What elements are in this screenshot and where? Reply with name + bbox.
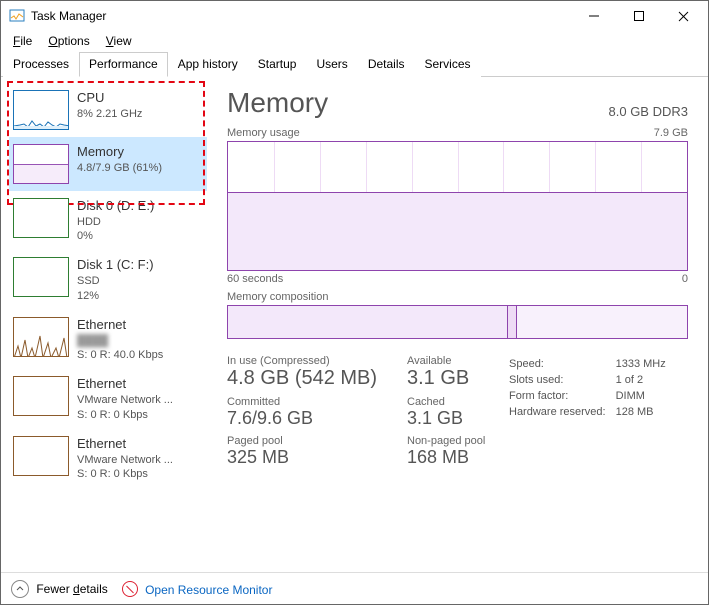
available-label: Available	[407, 355, 487, 367]
resource-monitor-icon	[122, 581, 138, 597]
sidebar-item-eth1[interactable]: Ethernet VMware Network ... S: 0 R: 0 Kb…	[9, 369, 207, 428]
sidebar-sub: VMware Network ...	[77, 453, 173, 467]
chart-max: 7.9 GB	[654, 127, 688, 139]
maximize-button[interactable]	[616, 1, 661, 31]
nonpaged-value: 168 MB	[407, 447, 487, 468]
detail-title: Memory	[227, 87, 328, 119]
in-use-value: 4.8 GB (542 MB)	[227, 367, 387, 390]
tab-details[interactable]: Details	[358, 52, 415, 77]
resource-monitor-label: Open Resource Monitor	[145, 583, 272, 597]
menu-bar: File Options View	[1, 31, 708, 51]
chart-label: Memory usage	[227, 127, 300, 139]
sidebar-label: CPU	[77, 90, 142, 107]
kv-label: Speed:	[509, 357, 614, 371]
paged-label: Paged pool	[227, 435, 387, 447]
app-icon	[9, 8, 25, 24]
sidebar-sub2: S: 0 R: 40.0 Kbps	[77, 348, 163, 362]
sidebar-sub: 8% 2.21 GHz	[77, 107, 142, 121]
sidebar-label: Ethernet	[77, 376, 173, 393]
sidebar-item-cpu[interactable]: CPU 8% 2.21 GHz	[9, 83, 207, 137]
sidebar-label: Ethernet	[77, 317, 163, 334]
committed-label: Committed	[227, 396, 387, 408]
sidebar-label: Disk 0 (D: E:)	[77, 198, 154, 215]
paged-value: 325 MB	[227, 447, 387, 468]
ethernet-thumb-icon	[13, 436, 69, 476]
chart-x-left: 60 seconds	[227, 273, 283, 285]
cached-label: Cached	[407, 396, 487, 408]
ethernet-thumb-icon	[13, 376, 69, 416]
menu-options[interactable]: Options	[40, 32, 97, 50]
sidebar-sub: 4.8/7.9 GB (61%)	[77, 161, 162, 175]
kv-value: DIMM	[616, 389, 674, 403]
menu-file[interactable]: File	[5, 32, 40, 50]
sidebar-label: Disk 1 (C: F:)	[77, 257, 154, 274]
performance-body: CPU 8% 2.21 GHz Memory 4.8/7.9 GB (61%) …	[1, 77, 708, 571]
minimize-button[interactable]	[571, 1, 616, 31]
sidebar-item-eth2[interactable]: Ethernet VMware Network ... S: 0 R: 0 Kb…	[9, 429, 207, 488]
title-bar: Task Manager	[1, 1, 708, 31]
window-title: Task Manager	[31, 9, 106, 23]
kv-label: Form factor:	[509, 389, 614, 403]
tab-services[interactable]: Services	[415, 52, 481, 77]
available-value: 3.1 GB	[407, 367, 487, 390]
ethernet-thumb-icon	[13, 317, 69, 357]
fewer-details-button[interactable]: Fewer details	[11, 580, 108, 598]
cpu-thumb-icon	[13, 90, 69, 130]
metrics-grid: In use (Compressed) 4.8 GB (542 MB) Comm…	[227, 355, 688, 474]
nonpaged-label: Non-paged pool	[407, 435, 487, 447]
kv-label: Slots used:	[509, 373, 614, 387]
footer-bar: Fewer details Open Resource Monitor	[1, 572, 708, 604]
sidebar-item-disk0[interactable]: Disk 0 (D: E:) HDD 0%	[9, 191, 207, 250]
tab-performance[interactable]: Performance	[79, 52, 168, 77]
sidebar-sub2: S: 0 R: 0 Kbps	[77, 467, 173, 481]
committed-value: 7.6/9.6 GB	[227, 408, 387, 429]
fewer-details-label: Fewer details	[36, 582, 107, 596]
kv-value: 128 MB	[616, 405, 674, 419]
sidebar-label: Ethernet	[77, 436, 173, 453]
open-resource-monitor-link[interactable]: Open Resource Monitor	[122, 581, 273, 597]
kv-value: 1 of 2	[616, 373, 674, 387]
detail-header-right: 8.0 GB DDR3	[609, 104, 688, 119]
sidebar-sub2: 0%	[77, 229, 154, 243]
sidebar-item-disk1[interactable]: Disk 1 (C: F:) SSD 12%	[9, 250, 207, 309]
memory-usage-chart[interactable]	[227, 141, 688, 271]
menu-view[interactable]: View	[98, 32, 140, 50]
disk-thumb-icon	[13, 198, 69, 238]
kv-value: 1333 MHz	[616, 357, 674, 371]
tab-bar: Processes Performance App history Startu…	[1, 51, 708, 77]
hardware-info-table: Speed:1333 MHz Slots used:1 of 2 Form fa…	[507, 355, 676, 421]
sidebar-item-memory[interactable]: Memory 4.8/7.9 GB (61%)	[9, 137, 207, 191]
tab-app-history[interactable]: App history	[168, 52, 248, 77]
tab-users[interactable]: Users	[306, 52, 357, 77]
chevron-up-icon	[11, 580, 29, 598]
composition-label: Memory composition	[227, 291, 688, 303]
memory-composition-bar[interactable]	[227, 305, 688, 339]
sidebar-sub: HDD	[77, 215, 154, 229]
disk-thumb-icon	[13, 257, 69, 297]
performance-sidebar: CPU 8% 2.21 GHz Memory 4.8/7.9 GB (61%) …	[1, 77, 211, 571]
cached-value: 3.1 GB	[407, 408, 487, 429]
kv-label: Hardware reserved:	[509, 405, 614, 419]
detail-panel: Memory 8.0 GB DDR3 Memory usage 7.9 GB 6…	[211, 77, 708, 571]
sidebar-sub2: 12%	[77, 289, 154, 303]
memory-thumb-icon	[13, 144, 69, 184]
sidebar-sub: SSD	[77, 274, 154, 288]
sidebar-sub: ████	[77, 334, 163, 348]
chart-x-right: 0	[682, 273, 688, 285]
close-button[interactable]	[661, 1, 706, 31]
sidebar-item-eth0[interactable]: Ethernet ████ S: 0 R: 40.0 Kbps	[9, 310, 207, 369]
tab-processes[interactable]: Processes	[3, 52, 79, 77]
tab-startup[interactable]: Startup	[248, 52, 307, 77]
sidebar-sub: VMware Network ...	[77, 393, 173, 407]
in-use-label: In use (Compressed)	[227, 355, 387, 367]
sidebar-label: Memory	[77, 144, 162, 161]
sidebar-sub2: S: 0 R: 0 Kbps	[77, 408, 173, 422]
